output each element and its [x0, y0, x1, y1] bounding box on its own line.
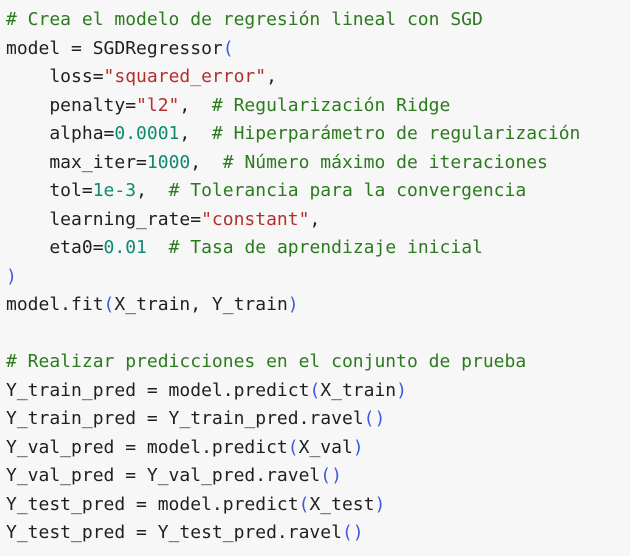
code-line: learning_rate="constant", [6, 206, 630, 235]
code-text: , [190, 151, 223, 173]
code-text: , [179, 123, 212, 144]
code-text: Y_train_pred = Y_train_pred.ravel [6, 408, 364, 429]
code-line: penalty="l2", # Regularización Ridge [6, 92, 630, 121]
code-text: Y_train_pred = model.predict [6, 379, 310, 401]
code-number: 0.01 [103, 237, 147, 258]
code-string: "l2" [136, 94, 180, 116]
code-line: max_iter=1000, # Número máximo de iterac… [6, 149, 630, 178]
code-text: tol= [6, 180, 93, 201]
code-bracket: ( [287, 436, 299, 458]
code-bracket: () [363, 408, 386, 429]
code-text: X_test [309, 493, 375, 515]
code-line: Y_val_pred = model.predict(X_val) [6, 434, 630, 463]
code-bracket: ) [352, 436, 364, 458]
code-bracket: ) [287, 294, 299, 315]
code-line: tol=1e-3, # Tolerancia para la convergen… [6, 177, 630, 206]
code-line: Y_val_pred = Y_val_pred.ravel() [6, 462, 630, 491]
code-comment: # Hiperparámetro de regularización [211, 123, 581, 144]
code-comment: # Número máximo de iteraciones [222, 151, 548, 173]
code-bracket: ( [222, 37, 234, 59]
code-text: Y_test_pred = model.predict [6, 493, 299, 515]
code-line: Y_test_pred = Y_test_pred.ravel() [6, 519, 630, 548]
code-line: Y_test_pred = model.predict(X_test) [6, 491, 630, 520]
code-comment: # Crea el modelo de regresión lineal con… [6, 9, 483, 30]
code-line: alpha=0.0001, # Hiperparámetro de regula… [6, 120, 630, 149]
code-bracket: ( [298, 493, 310, 515]
code-bracket: ( [103, 294, 115, 315]
code-text: alpha= [6, 123, 115, 144]
code-text: Y_test_pred = Y_test_pred.ravel [6, 522, 342, 543]
code-line: # Crea el modelo de regresión lineal con… [6, 6, 630, 35]
code-bracket: ) [6, 265, 17, 287]
code-text: eta0= [6, 237, 104, 258]
code-number: 1e-3 [92, 180, 137, 201]
code-text: , [266, 66, 277, 87]
code-line: # Realizar predicciones en el conjunto d… [6, 348, 630, 377]
code-text: , [179, 94, 212, 116]
code-string: "constant" [201, 208, 310, 230]
code-text: Y_val_pred = model.predict [6, 436, 288, 458]
code-text: max_iter= [6, 151, 147, 173]
code-line: Y_train_pred = Y_train_pred.ravel() [6, 405, 630, 434]
code-text: model.fit [6, 294, 104, 315]
code-text: learning_rate= [6, 208, 202, 230]
code-line: eta0=0.01 # Tasa de aprendizaje inicial [6, 234, 630, 263]
code-number: 1000 [146, 151, 191, 173]
code-comment: # Tolerancia para la convergencia [168, 180, 527, 201]
code-text: X_train, Y_train [114, 294, 288, 315]
code-text: penalty= [6, 94, 137, 116]
code-text: , [136, 180, 169, 201]
code-string: "squared_error" [103, 66, 267, 87]
code-bracket: () [341, 522, 364, 543]
code-text: , [309, 208, 321, 230]
code-line: model = SGDRegressor( [6, 35, 630, 64]
code-text: loss= [6, 66, 104, 87]
code-line: Y_train_pred = model.predict(X_train) [6, 377, 630, 406]
code-text: X_train [320, 379, 397, 401]
code-text: X_val [298, 436, 353, 458]
code-number: 0.0001 [114, 123, 180, 144]
code-comment: # Tasa de aprendizaje inicial [168, 237, 483, 258]
code-text: Y_val_pred = Y_val_pred.ravel [6, 465, 321, 486]
code-text: model = SGDRegressor [6, 37, 223, 59]
code-comment: # Realizar predicciones en el conjunto d… [6, 351, 527, 372]
code-comment: # Regularización Ridge [211, 94, 451, 116]
code-bracket: ( [309, 379, 321, 401]
code-bracket: ) [396, 379, 407, 401]
code-line: ) [6, 263, 630, 292]
code-bracket: () [320, 465, 342, 486]
code-bracket: ) [374, 493, 386, 515]
code-block[interactable]: # Crea el modelo de regresión lineal con… [0, 0, 630, 556]
code-line: model.fit(X_train, Y_train) [6, 291, 630, 320]
code-line: loss="squared_error", [6, 63, 630, 92]
